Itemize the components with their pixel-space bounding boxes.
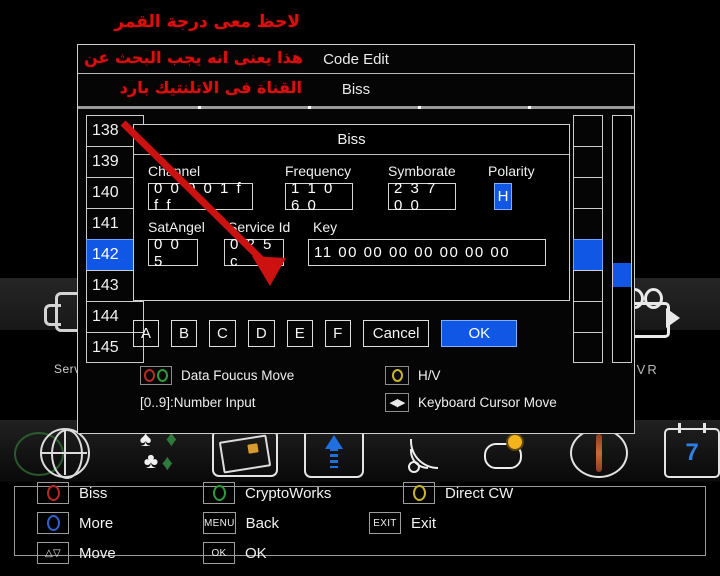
hint-line-1: Data Foucus Move H/V [140, 366, 570, 385]
help-label: CryptoWorks [245, 484, 332, 502]
menu-key-icon: MENU [203, 512, 236, 534]
service-id-input[interactable]: 0 2 5 c [224, 236, 284, 270]
red-green-circle-icon [140, 366, 172, 385]
yellow-circle-icon [385, 366, 409, 385]
list-scrollbar[interactable] [612, 115, 632, 363]
biss-form: Channel Frequency Symborate Polarity 0 0… [134, 155, 569, 270]
help-exit[interactable]: EXIT Exit [369, 508, 569, 538]
annotation-line-3: القناة فى الاتلنتيك بارد [119, 78, 302, 97]
help-label: Back [245, 514, 280, 532]
form-inputs-row-2: 0 0 5 0 2 5 c 11 00 00 00 00 00 00 00 [148, 236, 555, 270]
biss-dialog: Biss Channel Frequency Symborate Polarit… [133, 124, 570, 301]
help-label: Biss [79, 484, 108, 502]
help-ok[interactable]: OK OK [203, 538, 369, 568]
card-suits-icon[interactable]: ♠ ♣ ♦ ♦ [118, 426, 190, 480]
hint-label: H/V [418, 368, 441, 383]
panel-divider [78, 106, 634, 109]
calendar-day: 7 [685, 439, 699, 466]
help-cryptoworks[interactable]: CryptoWorks [203, 478, 403, 508]
polarity-input[interactable]: H [494, 183, 512, 210]
ok-button[interactable]: OK [441, 320, 518, 347]
label-channel: Channel [148, 163, 201, 179]
exit-key-icon: EXIT [369, 512, 401, 534]
dialog-hints: Data Foucus Move H/V [0..9]:Number Input… [140, 366, 570, 420]
help-direct-cw[interactable]: Direct CW [403, 478, 569, 508]
annotation-line-1: لاحظ معى درجة القمر [114, 12, 300, 32]
key-input[interactable]: 11 00 00 00 00 00 00 00 [308, 239, 546, 266]
label-frequency: Frequency [285, 163, 352, 179]
help-label: More [79, 514, 114, 532]
background-top-strip [0, 0, 720, 12]
hint-label: [0..9]:Number Input [140, 395, 256, 410]
calendar-icon[interactable]: 7 [664, 423, 720, 480]
help-move[interactable]: △▽ Move [37, 538, 203, 568]
help-back[interactable]: MENU Back [203, 508, 369, 538]
blue-circle-icon [37, 512, 69, 534]
label-satangel: SatAngel [148, 219, 205, 235]
annotation-line-2: هذا يعنى انه يجب البحث عن [84, 48, 303, 67]
symborate-input[interactable]: 2 3 7 0 0 [388, 180, 456, 214]
hint-number-input: [0..9]:Number Input [140, 395, 385, 410]
scrollbar-thumb[interactable] [613, 263, 631, 287]
help-label: OK [245, 544, 267, 562]
left-right-arrows-icon: ◀▶ [385, 393, 409, 412]
hint-data-focus-move: Data Foucus Move [140, 366, 385, 385]
form-labels-row-2: SatAngel Service Id Key [148, 219, 555, 239]
hex-c-button[interactable]: C [209, 320, 236, 347]
help-biss[interactable]: Biss [37, 478, 203, 508]
help-label: Exit [411, 514, 437, 532]
channel-list-name-column [573, 115, 603, 363]
hint-keyboard-cursor-move: ◀▶ Keyboard Cursor Move [385, 393, 557, 412]
globe-icon[interactable] [36, 426, 94, 480]
ok-key-icon: OK [203, 542, 235, 564]
hint-label: Keyboard Cursor Move [418, 395, 557, 410]
hex-d-button[interactable]: D [247, 320, 275, 347]
frequency-input[interactable]: 1 1 0 6 0 [285, 180, 353, 214]
yellow-circle-icon [403, 482, 435, 504]
rss-signal-icon[interactable] [396, 426, 450, 480]
hex-f-button[interactable]: F [324, 320, 351, 347]
label-polarity: Polarity [488, 163, 535, 179]
bottom-help-bar: Biss CryptoWorks Direct CW More MENU Bac… [14, 482, 706, 564]
green-circle-icon [203, 482, 235, 504]
dialog-title: Biss [134, 125, 569, 155]
hex-e-button[interactable]: E [286, 320, 313, 347]
up-down-arrows-icon: △▽ [37, 542, 69, 564]
label-symborate: Symborate [388, 163, 456, 179]
dialog-button-row: A B C D E F Cancel OK [133, 320, 570, 347]
compass-icon[interactable] [570, 426, 628, 480]
satangel-input[interactable]: 0 0 5 [148, 236, 198, 270]
hint-line-2: [0..9]:Number Input ◀▶ Keyboard Cursor M… [140, 393, 570, 412]
cancel-button[interactable]: Cancel [362, 320, 430, 347]
hint-hv: H/V [385, 366, 441, 385]
hex-a-button[interactable]: A [133, 320, 160, 347]
smartcard-icon[interactable] [212, 426, 278, 480]
help-label: Move [79, 544, 116, 562]
hint-label: Data Foucus Move [181, 368, 295, 383]
label-service-id: Service Id [228, 219, 291, 235]
hex-b-button[interactable]: B [171, 320, 198, 347]
red-circle-icon [37, 482, 69, 504]
help-more[interactable]: More [37, 508, 203, 538]
form-inputs-row-1: 0 0 0 0 1 f f f 1 1 0 6 0 2 3 7 0 0 H [148, 180, 555, 214]
tv-screen: Serv PVR ♠ ♣ ♦ ♦ 7 Code Edit Biss 138 13… [0, 0, 720, 576]
help-label: Direct CW [445, 484, 514, 502]
channel-input[interactable]: 0 0 0 0 1 f f f [148, 180, 253, 214]
upload-arrow-icon[interactable] [304, 426, 364, 480]
label-key: Key [313, 219, 338, 235]
weather-icon[interactable] [480, 426, 542, 480]
